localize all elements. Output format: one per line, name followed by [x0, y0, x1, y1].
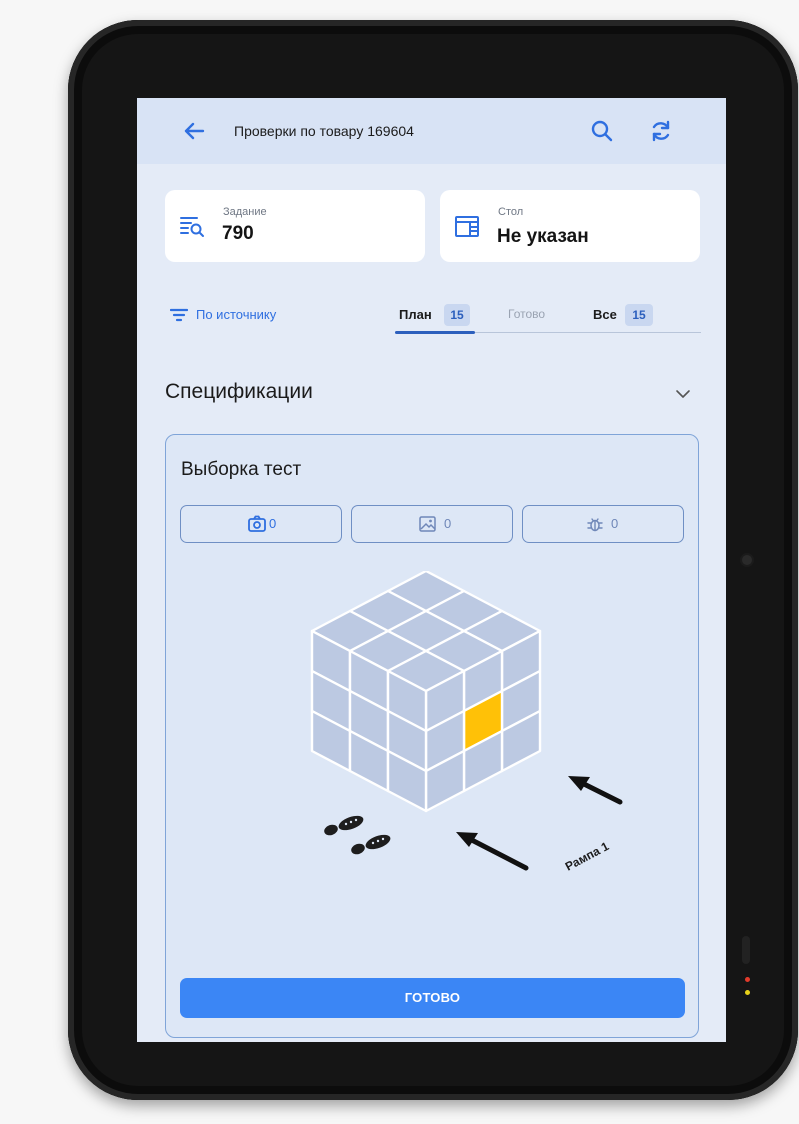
active-tab-indicator — [395, 331, 475, 334]
chevron-down-icon — [676, 390, 690, 398]
specification-title: Выборка тест — [181, 459, 302, 480]
photo-count: 0 — [269, 516, 277, 531]
task-label: Задание — [223, 206, 267, 218]
table-value: Не указан — [497, 226, 589, 247]
pallet-diagram: Рампа 1 — [310, 571, 623, 874]
filter-icon — [170, 308, 188, 322]
app-screen: Проверки по товару 169604 Задание 790 Ст… — [137, 98, 726, 1042]
search-icon — [591, 120, 613, 142]
tab-plan-count: 15 — [444, 304, 470, 326]
tab-done-label: Готово — [508, 307, 546, 321]
section-toggle[interactable] — [673, 384, 693, 404]
ready-button[interactable]: ГОТОВО — [180, 978, 685, 1018]
tablet-led-red — [745, 977, 750, 982]
arrow-left-icon — [184, 122, 205, 140]
side-arrow-icon — [568, 776, 623, 805]
tablet-side-slot — [742, 936, 750, 964]
section-title: Спецификации — [165, 380, 313, 403]
defect-count: 0 — [611, 516, 619, 531]
image-button[interactable]: 0 — [351, 505, 513, 543]
table-card: Стол Не указан — [440, 190, 700, 262]
task-list-search-icon — [180, 217, 204, 237]
front-arrow-icon — [456, 832, 529, 871]
page-title: Проверки по товару 169604 — [234, 123, 414, 139]
tablet-led-yellow — [745, 990, 750, 995]
task-value: 790 — [222, 223, 254, 244]
ramp-label: Рампа 1 — [563, 839, 612, 874]
refresh-icon — [652, 120, 670, 142]
table-icon — [455, 216, 479, 237]
tab-all-label: Все — [593, 307, 617, 322]
pallet-cube — [310, 571, 542, 813]
top-bar: Проверки по товару 169604 — [137, 98, 726, 164]
tablet-camera — [742, 555, 752, 565]
specification-card: Выборка тест 0 0 0 Рампа 1 ГОТОВО — [165, 434, 699, 1038]
source-filter-label: По источнику — [196, 307, 277, 322]
tab-done[interactable]: Готово — [508, 304, 568, 328]
footprints-icon — [324, 815, 391, 855]
search-button[interactable] — [587, 116, 617, 146]
image-count: 0 — [444, 516, 452, 531]
bug-icon — [587, 518, 603, 532]
defect-button[interactable]: 0 — [522, 505, 684, 543]
tab-all[interactable]: Все 15 — [593, 304, 663, 328]
photo-button[interactable]: 0 — [180, 505, 342, 543]
tab-plan-label: План — [399, 307, 432, 322]
refresh-button[interactable] — [646, 116, 676, 146]
image-icon — [419, 516, 436, 532]
camera-icon — [248, 515, 266, 532]
task-card: Задание 790 — [165, 190, 425, 262]
table-label: Стол — [498, 206, 524, 218]
back-button[interactable] — [179, 116, 209, 146]
tab-all-count: 15 — [625, 304, 653, 326]
tab-plan[interactable]: План 15 — [399, 304, 479, 328]
